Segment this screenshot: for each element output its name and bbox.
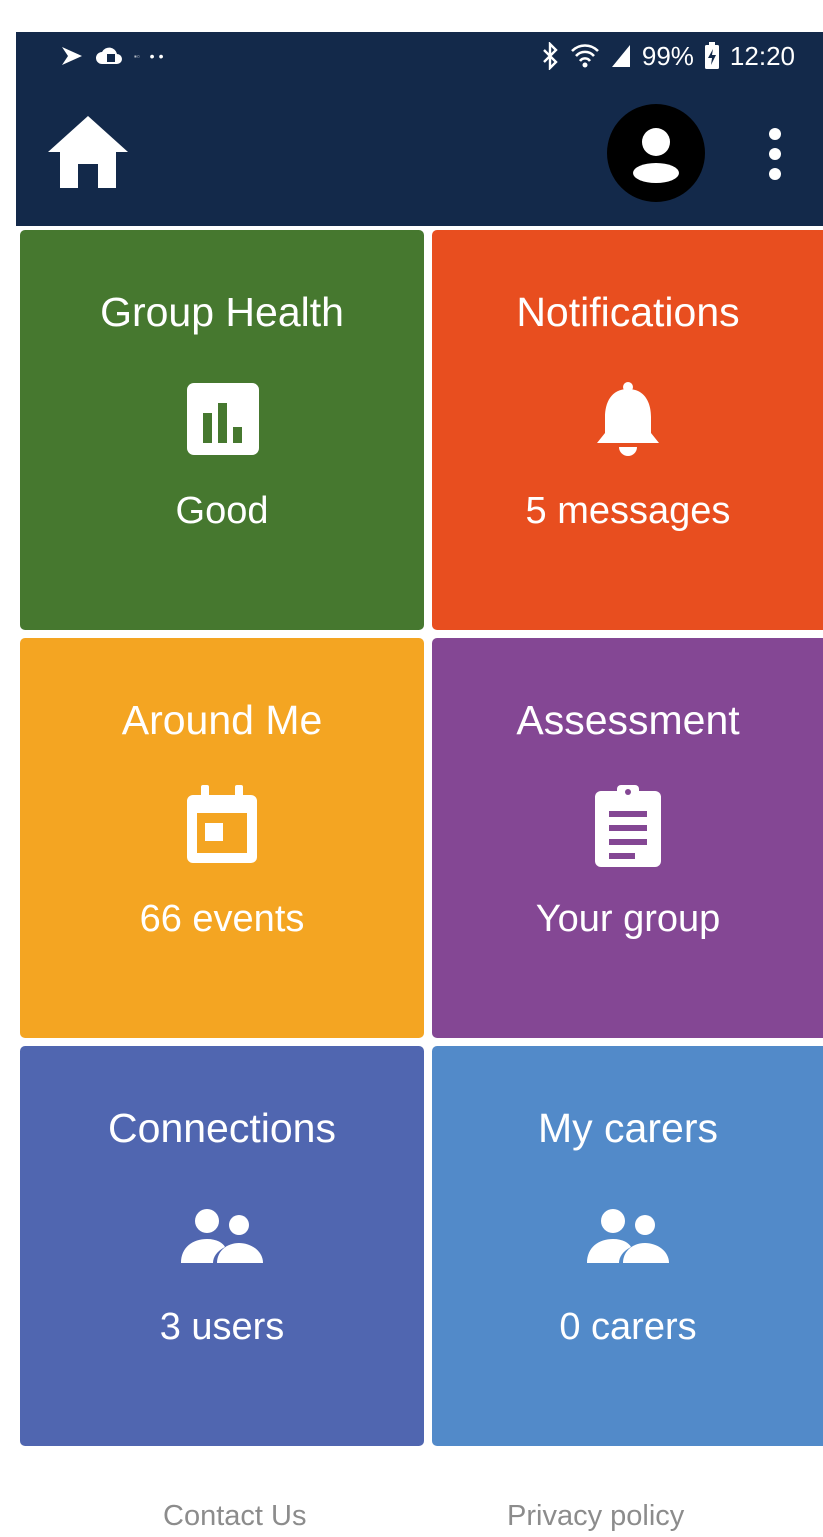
- tile-title: Connections: [108, 1105, 336, 1151]
- profile-avatar-button[interactable]: [607, 104, 705, 202]
- tile-value: 5 messages: [525, 490, 731, 532]
- tile-title: Assessment: [516, 697, 740, 743]
- tile-title: Group Health: [100, 289, 344, 335]
- tile-value: Good: [175, 490, 269, 532]
- tile-value: 0 carers: [559, 1306, 697, 1348]
- status-indicators: 99% 12:20: [540, 40, 795, 72]
- tile-title: Notifications: [516, 289, 740, 335]
- notifications-tile[interactable]: Notifications 5 messages: [432, 230, 823, 630]
- home-button[interactable]: [46, 114, 130, 190]
- cloud-sync-icon: [96, 47, 122, 64]
- wifi-icon: [570, 44, 599, 68]
- bluetooth-icon: [543, 42, 558, 70]
- bell-icon: [597, 382, 659, 456]
- more-notifications-icon: ••: [149, 48, 168, 64]
- people-icon: [181, 1209, 263, 1263]
- app-bar: [16, 80, 823, 226]
- group-health-tile[interactable]: Group Health Good: [20, 230, 424, 630]
- people-icon: [587, 1209, 669, 1263]
- assessment-tile[interactable]: Assessment Your group: [432, 638, 823, 1038]
- tile-value: 3 users: [159, 1306, 285, 1348]
- account-circle-icon: [633, 128, 679, 183]
- calendar-icon: [187, 785, 257, 863]
- tile-value: 66 events: [139, 898, 305, 940]
- clock: 12:20: [729, 40, 795, 71]
- privacy-policy-link[interactable]: Privacy policy: [507, 1500, 684, 1533]
- network-speed-icon: ▪▫: [134, 51, 140, 61]
- tile-title: Around Me: [121, 697, 323, 743]
- more-options-button[interactable]: [758, 124, 792, 184]
- more-vert-icon: [769, 128, 781, 180]
- play-store-icon: [62, 47, 82, 65]
- status-bar: ▪▫ •• 99% 12:20: [16, 32, 823, 80]
- bar-chart-icon: [187, 383, 259, 455]
- battery-percent: 99%: [641, 40, 694, 71]
- contact-us-link[interactable]: Contact Us: [163, 1500, 306, 1533]
- home-icon: [48, 116, 128, 188]
- tile-value: Your group: [535, 898, 721, 940]
- around-me-tile[interactable]: Around Me 66 events: [20, 638, 424, 1038]
- status-notifications: ▪▫ ••: [60, 42, 167, 70]
- clipboard-icon: [595, 785, 661, 867]
- signal-icon: [611, 45, 630, 67]
- tile-title: My carers: [538, 1105, 718, 1151]
- connections-tile[interactable]: Connections 3 users: [20, 1046, 424, 1446]
- my-carers-tile[interactable]: My carers 0 carers: [432, 1046, 823, 1446]
- battery-charging-icon: [704, 42, 719, 69]
